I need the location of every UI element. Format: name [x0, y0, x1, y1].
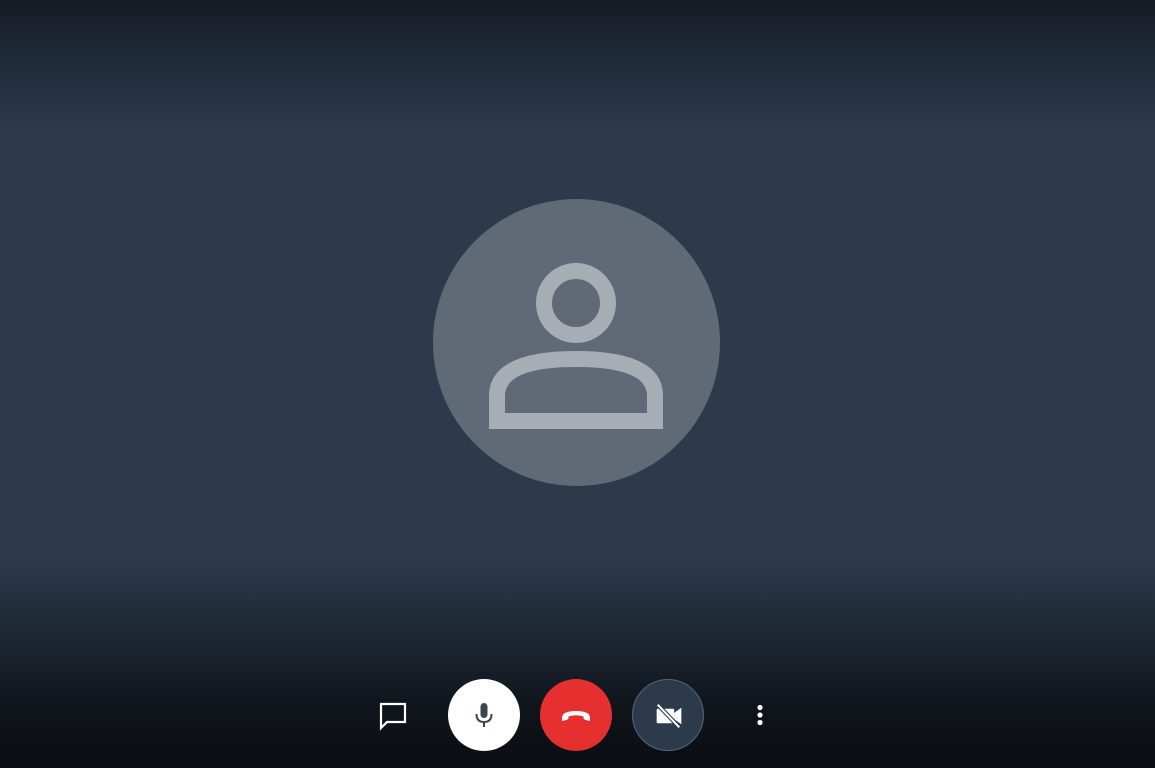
call-controls-bar [0, 679, 1155, 751]
chat-button[interactable] [357, 679, 429, 751]
person-icon [489, 263, 663, 429]
top-gradient [0, 0, 1155, 130]
participant-avatar [433, 199, 720, 486]
hang-up-icon [562, 711, 590, 721]
microphone-button[interactable] [448, 679, 520, 751]
video-call-screen [0, 0, 1155, 768]
microphone-icon [475, 703, 493, 727]
video-off-icon [656, 703, 682, 729]
chat-bubble-icon [379, 702, 407, 731]
end-call-button[interactable] [540, 679, 612, 751]
more-vertical-icon [757, 704, 763, 726]
more-options-button[interactable] [724, 679, 796, 751]
camera-toggle-button[interactable] [632, 679, 704, 751]
